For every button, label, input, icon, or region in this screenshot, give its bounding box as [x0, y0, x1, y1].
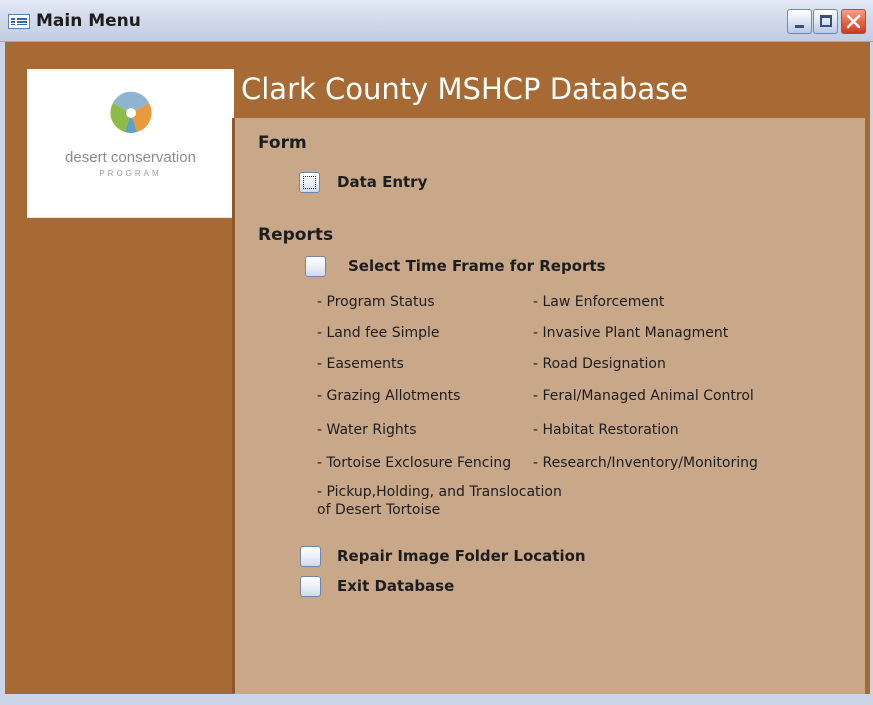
reports-heading: Reports	[258, 225, 334, 245]
minimize-button[interactable]	[787, 9, 812, 34]
report-item: - Program Status	[317, 294, 435, 310]
window-title: Main Menu	[36, 11, 141, 31]
report-item: - Tortoise Exclosure Fencing	[317, 455, 512, 471]
repair-image-folder-button[interactable]	[300, 546, 321, 567]
report-item: - Water Rights	[317, 422, 417, 438]
desert-conservation-logo-icon	[110, 91, 152, 133]
report-item: - Road Designation	[533, 356, 666, 372]
repair-image-folder-label[interactable]: Repair Image Folder Location	[337, 547, 586, 565]
exit-database-label[interactable]: Exit Database	[337, 577, 454, 595]
report-item: - Research/Inventory/Monitoring	[533, 455, 758, 471]
logo-text: desert conservation	[65, 149, 196, 166]
form-window-icon	[8, 14, 30, 29]
form-heading: Form	[258, 133, 307, 153]
logo-panel: desert conservation PROGRAM	[27, 69, 234, 218]
window-bottom-border	[0, 694, 873, 705]
maximize-button[interactable]	[813, 9, 838, 34]
report-item: - Easements	[317, 356, 404, 372]
report-item: - Law Enforcement	[533, 294, 665, 310]
report-item: - Habitat Restoration	[533, 422, 679, 438]
data-entry-button[interactable]	[299, 172, 320, 193]
select-time-frame-button[interactable]	[305, 256, 326, 277]
report-item: - Pickup,Holding, and Translocation of D…	[317, 484, 562, 518]
minimize-icon	[795, 25, 804, 28]
report-item: - Grazing Allotments	[317, 388, 461, 404]
close-button[interactable]	[841, 9, 866, 34]
exit-database-button[interactable]	[300, 576, 321, 597]
report-item: - Invasive Plant Managment	[533, 325, 729, 341]
select-time-frame-label[interactable]: Select Time Frame for Reports	[348, 257, 606, 275]
title-bar[interactable]: Main Menu	[0, 0, 873, 42]
close-icon	[846, 14, 861, 29]
report-item: - Feral/Managed Animal Control	[533, 388, 754, 404]
logo-subtext: PROGRAM	[99, 169, 162, 178]
maximize-icon	[820, 15, 832, 27]
data-entry-label[interactable]: Data Entry	[337, 173, 427, 191]
page-title: Clark County MSHCP Database	[241, 72, 689, 106]
main-panel: Form Data Entry Reports Select Time Fram…	[235, 118, 865, 694]
report-item: - Land fee Simple	[317, 325, 440, 341]
